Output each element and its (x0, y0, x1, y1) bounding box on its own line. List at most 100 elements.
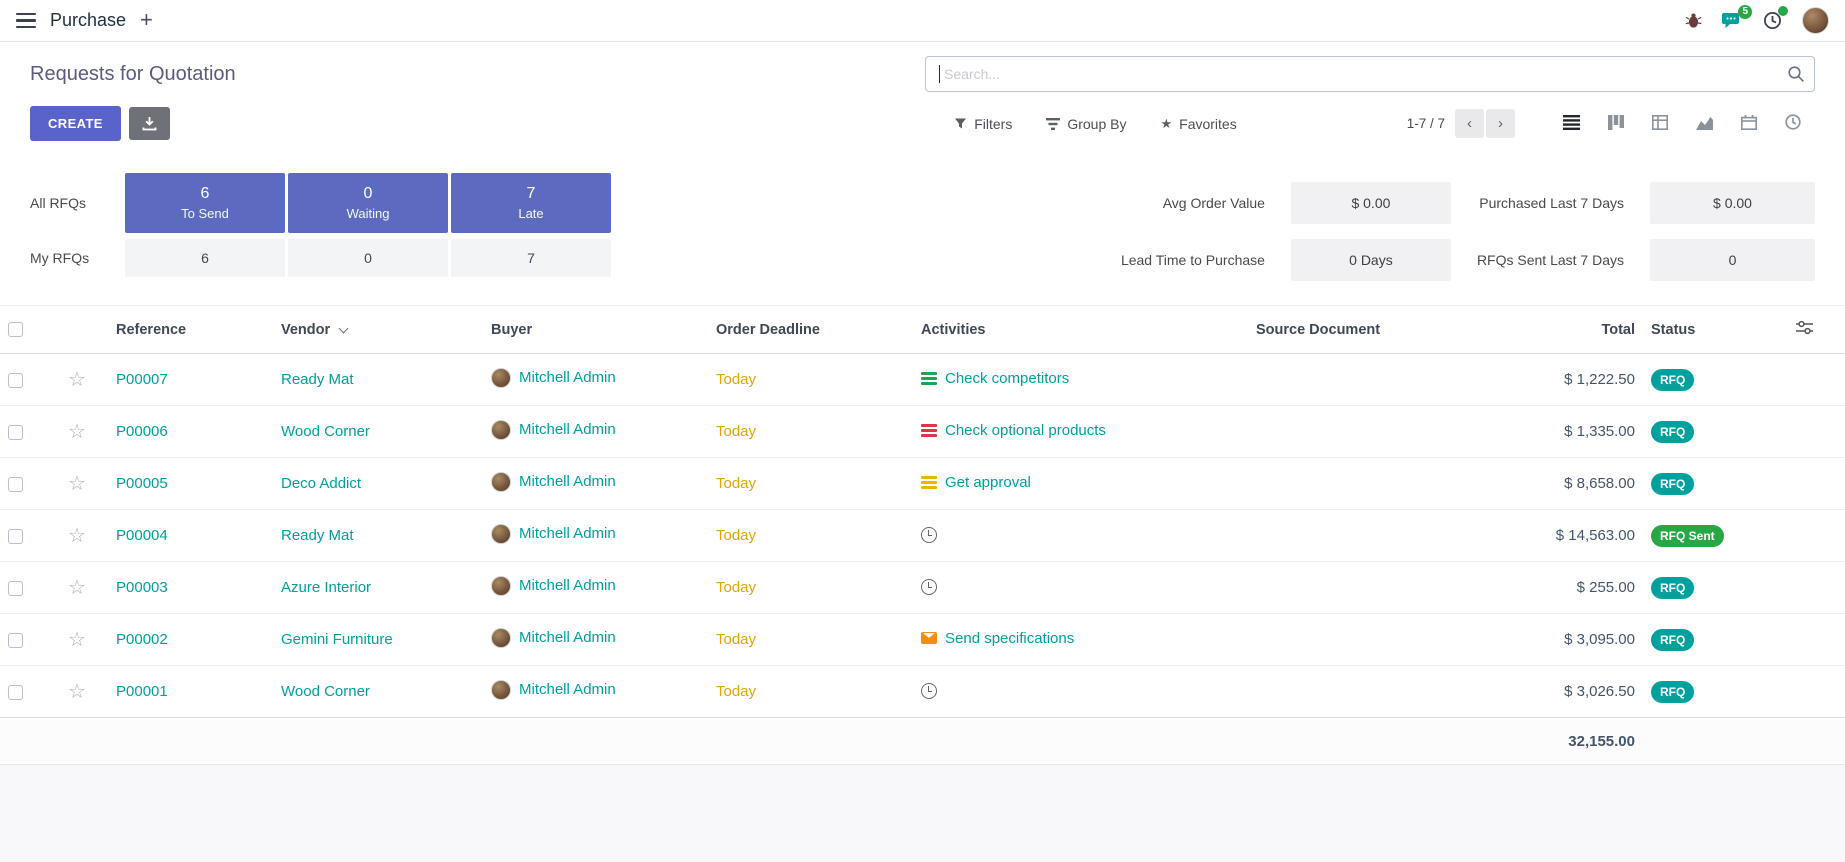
tile-late[interactable]: 7 Late (451, 173, 611, 233)
table-row[interactable]: ☆ P00006 Wood Corner Mitchell Admin Toda… (0, 406, 1845, 458)
apps-menu-icon[interactable] (16, 13, 36, 29)
row-checkbox[interactable] (8, 425, 23, 440)
bug-icon[interactable] (1685, 12, 1702, 29)
table-row[interactable]: ☆ P00001 Wood Corner Mitchell Admin Toda… (0, 666, 1845, 718)
activity-cell[interactable] (921, 579, 945, 593)
messages-icon[interactable]: 5 (1722, 12, 1743, 30)
app-name[interactable]: Purchase (50, 10, 126, 31)
column-header-source-document[interactable]: Source Document (1248, 306, 1493, 354)
favorite-star-icon[interactable]: ☆ (68, 681, 86, 703)
activity-label[interactable]: Send specifications (945, 630, 1074, 647)
vendor-link[interactable]: Ready Mat (281, 527, 354, 544)
user-avatar[interactable] (1802, 7, 1829, 34)
my-late-count[interactable]: 7 (451, 239, 611, 277)
vendor-link[interactable]: Ready Mat (281, 371, 354, 388)
buyer-link[interactable]: Mitchell Admin (519, 681, 616, 698)
column-header-activities[interactable]: Activities (913, 306, 1248, 354)
row-checkbox[interactable] (8, 373, 23, 388)
row-checkbox[interactable] (8, 685, 23, 700)
column-header-total[interactable]: Total (1493, 306, 1643, 354)
vendor-link[interactable]: Gemini Furniture (281, 631, 393, 648)
reference-link[interactable]: P00002 (116, 631, 168, 648)
activities-clock-icon[interactable] (1763, 11, 1782, 30)
activity-view-button[interactable] (1771, 108, 1815, 139)
row-checkbox[interactable] (8, 477, 23, 492)
table-row[interactable]: ☆ P00003 Azure Interior Mitchell Admin T… (0, 562, 1845, 614)
activity-cell[interactable]: Get approval (921, 474, 1031, 491)
search-icon[interactable] (1787, 65, 1805, 88)
buyer-link[interactable]: Mitchell Admin (519, 577, 616, 594)
search-input[interactable] (925, 56, 1815, 92)
favorite-star-icon[interactable]: ☆ (68, 577, 86, 599)
activity-label[interactable]: Check competitors (945, 370, 1069, 387)
reference-link[interactable]: P00006 (116, 423, 168, 440)
buyer-link[interactable]: Mitchell Admin (519, 525, 616, 542)
reference-link[interactable]: P00007 (116, 371, 168, 388)
favorites-button[interactable]: ★ Favorites (1160, 116, 1236, 132)
list-view-button[interactable] (1549, 109, 1594, 139)
column-header-vendor[interactable]: Vendor (273, 306, 483, 354)
row-checkbox[interactable] (8, 633, 23, 648)
activity-cell[interactable]: Check competitors (921, 370, 1069, 387)
my-to-send-count[interactable]: 6 (125, 239, 285, 277)
activity-type-icon[interactable] (921, 579, 937, 593)
activity-type-icon[interactable] (921, 475, 937, 489)
activity-label[interactable]: Get approval (945, 474, 1031, 491)
row-checkbox[interactable] (8, 529, 23, 544)
activity-cell[interactable] (921, 683, 945, 697)
table-row[interactable]: ☆ P00002 Gemini Furniture Mitchell Admin… (0, 614, 1845, 666)
activity-cell[interactable] (921, 527, 945, 541)
reference-link[interactable]: P00003 (116, 579, 168, 596)
pager-previous-button[interactable]: ‹ (1455, 109, 1484, 138)
pivot-view-button[interactable] (1638, 109, 1682, 139)
reference-link[interactable]: P00004 (116, 527, 168, 544)
table-row[interactable]: ☆ P00005 Deco Addict Mitchell Admin Toda… (0, 458, 1845, 510)
buyer-link[interactable]: Mitchell Admin (519, 369, 616, 386)
column-header-buyer[interactable]: Buyer (483, 306, 708, 354)
activity-cell[interactable]: Send specifications (921, 630, 1074, 647)
graph-view-button[interactable] (1682, 109, 1727, 139)
table-row[interactable]: ☆ P00007 Ready Mat Mitchell Admin Today … (0, 354, 1845, 406)
reference-link[interactable]: P00005 (116, 475, 168, 492)
vendor-link[interactable]: Deco Addict (281, 475, 361, 492)
activity-type-icon[interactable] (921, 371, 937, 385)
favorite-star-icon[interactable]: ☆ (68, 369, 86, 391)
plus-icon[interactable]: + (140, 9, 153, 31)
buyer-link[interactable]: Mitchell Admin (519, 629, 616, 646)
table-row[interactable]: ☆ P00004 Ready Mat Mitchell Admin Today … (0, 510, 1845, 562)
favorite-star-icon[interactable]: ☆ (68, 629, 86, 651)
vendor-link[interactable]: Wood Corner (281, 423, 370, 440)
select-all-checkbox[interactable] (8, 322, 23, 337)
reference-link[interactable]: P00001 (116, 683, 168, 700)
column-header-reference[interactable]: Reference (108, 306, 273, 354)
group-by-button[interactable]: Group By (1046, 116, 1126, 132)
vendor-link[interactable]: Wood Corner (281, 683, 370, 700)
filters-button[interactable]: Filters (954, 116, 1012, 132)
export-button[interactable] (129, 107, 170, 140)
favorite-star-icon[interactable]: ☆ (68, 525, 86, 547)
calendar-view-button[interactable] (1727, 109, 1771, 139)
tile-to-send[interactable]: 6 To Send (125, 173, 285, 233)
vendor-link[interactable]: Azure Interior (281, 579, 371, 596)
favorite-star-icon[interactable]: ☆ (68, 421, 86, 443)
row-checkbox[interactable] (8, 581, 23, 596)
favorite-star-icon[interactable]: ☆ (68, 473, 86, 495)
column-header-order-deadline[interactable]: Order Deadline (708, 306, 913, 354)
activity-type-icon[interactable] (921, 423, 937, 437)
activity-type-icon[interactable] (921, 527, 937, 541)
tile-waiting[interactable]: 0 Waiting (288, 173, 448, 233)
activity-label[interactable]: Check optional products (945, 422, 1106, 439)
create-button[interactable]: CREATE (30, 106, 121, 141)
activity-type-icon[interactable] (921, 631, 937, 645)
status-badge: RFQ (1651, 577, 1694, 599)
activity-type-icon[interactable] (921, 683, 937, 697)
optional-columns-icon[interactable] (1796, 323, 1813, 339)
pager-next-button[interactable]: › (1486, 109, 1515, 138)
kanban-view-button[interactable] (1594, 109, 1638, 139)
my-waiting-count[interactable]: 0 (288, 239, 448, 277)
activity-cell[interactable]: Check optional products (921, 422, 1106, 439)
column-header-status[interactable]: Status (1643, 306, 1763, 354)
view-switcher (1549, 108, 1815, 139)
buyer-link[interactable]: Mitchell Admin (519, 421, 616, 438)
buyer-link[interactable]: Mitchell Admin (519, 473, 616, 490)
